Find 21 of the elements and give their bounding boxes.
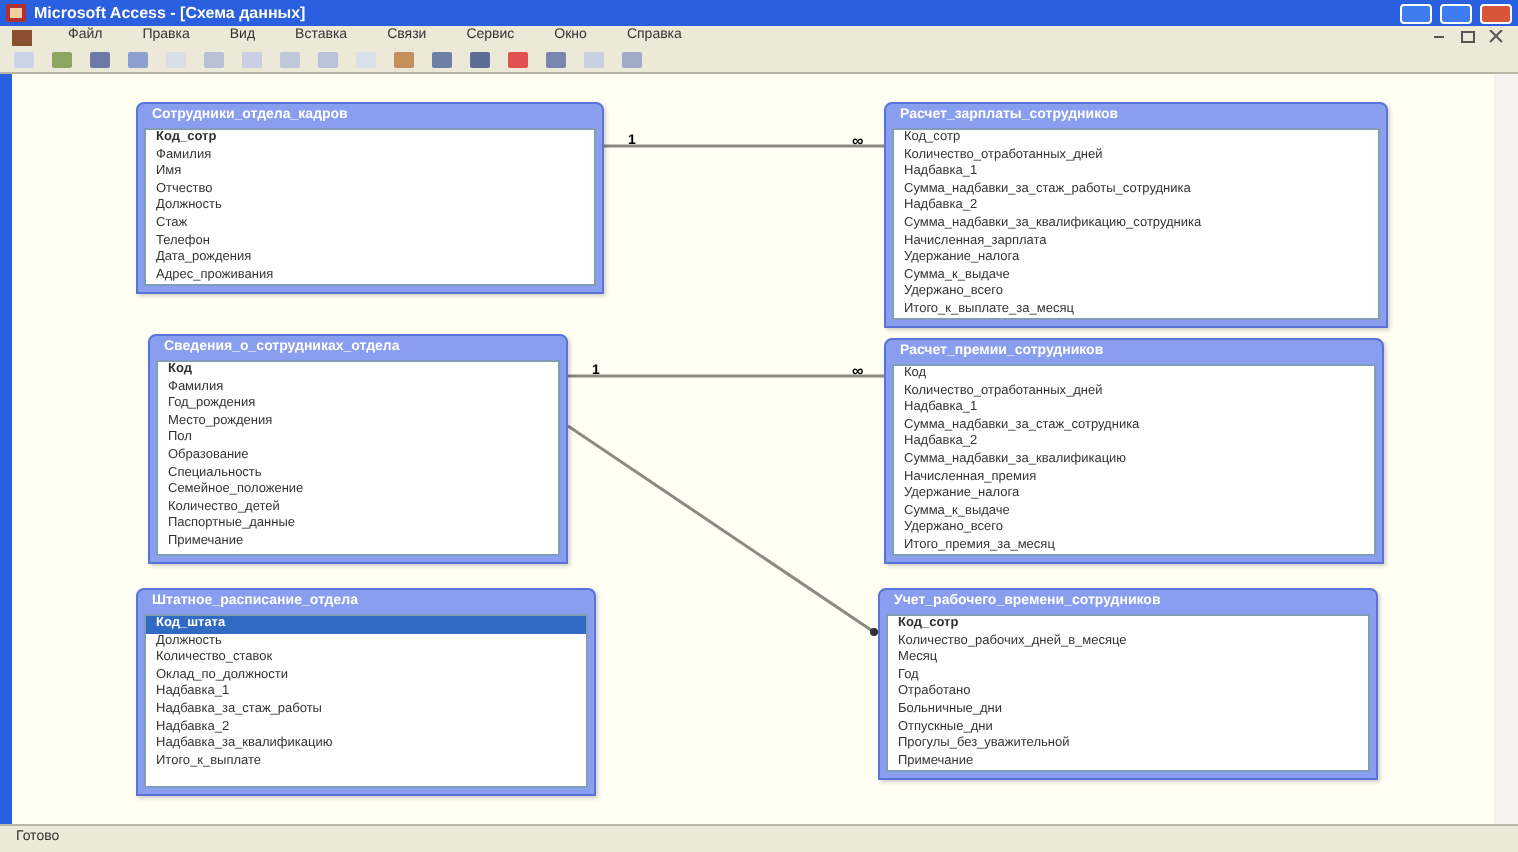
maximize-button[interactable] [1440,3,1472,23]
toolbar-icon[interactable] [50,50,74,70]
toolbar-icon[interactable] [392,50,416,70]
toolbar-icon[interactable] [126,50,150,70]
toolbar-icon[interactable] [506,50,530,70]
close-button[interactable] [1480,3,1512,23]
many-label: ∞ [852,134,864,150]
toolbar-icon[interactable] [468,50,492,70]
app-icon [6,4,26,22]
doc-icon [12,29,32,45]
table-window[interactable] [884,102,1388,328]
mdi-controls-icon[interactable] [1434,30,1506,44]
window-title: Microsoft Access - [Схема данных] [34,1,306,25]
table-window[interactable] [884,338,1384,564]
toolbar-icon[interactable] [544,50,568,70]
toolbar-icon[interactable] [430,50,454,70]
minimize-button[interactable] [1400,3,1432,23]
many-label: ∞ [852,364,864,380]
toolbar-icon[interactable] [620,50,644,70]
vertical-scrollbar[interactable] [1494,74,1518,824]
toolbar-icon[interactable] [88,50,112,70]
